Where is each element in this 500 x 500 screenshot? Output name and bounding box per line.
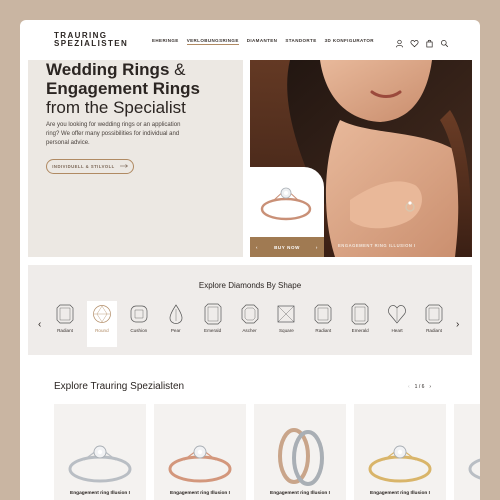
product-name: Engagement ring Illusion I xyxy=(170,491,230,496)
product-ring-image xyxy=(68,445,132,483)
square-diamond-icon xyxy=(278,305,295,323)
shape-label: Radiant xyxy=(315,328,332,333)
product-name: Engagement ring Illusion I xyxy=(370,491,430,496)
hero-description: Are you looking for wedding rings or an … xyxy=(46,122,181,146)
shapes-prev-arrow[interactable]: ‹ xyxy=(38,319,41,330)
explore-title: Explore Trauring Spezialisten xyxy=(54,381,185,392)
featured-ring-image xyxy=(260,187,312,221)
pager-prev-arrow[interactable]: ‹ xyxy=(408,384,410,390)
shape-label: Emerald xyxy=(204,328,222,333)
shape-label: Square xyxy=(278,328,294,333)
main-nav: EHERINGE VERLOBUNGSRINGE DIAMANTEN STAND… xyxy=(152,38,374,45)
product-name: Engagement ring Illusion I xyxy=(270,491,330,496)
nav-item-standorte[interactable]: STANDORTE xyxy=(285,38,316,45)
hero-title-line-2: Engagement Rings xyxy=(46,79,200,98)
hero-image-panel: ‹ BUY NOW › ENGAGEMENT RING ILLUSION I xyxy=(250,60,472,257)
shape-item-emerald[interactable]: Emerald xyxy=(345,301,375,347)
featured-ring-card[interactable] xyxy=(250,167,324,237)
shape-item-emerald[interactable]: Emerald xyxy=(198,301,228,347)
brand-line-2: SPEZIALISTEN xyxy=(54,39,129,48)
asscher-diamond-icon xyxy=(241,304,258,324)
product-card[interactable]: Engagement ring Illusion I xyxy=(54,404,146,500)
hero-title-line-1: Wedding Rings xyxy=(46,60,170,79)
header-icons xyxy=(395,35,449,48)
arrow-right-icon xyxy=(119,164,128,169)
shapes-next-arrow[interactable]: › xyxy=(456,319,459,330)
shapes-title: Explore Diamonds By Shape xyxy=(198,281,302,290)
pear-diamond-icon xyxy=(169,304,183,324)
product-card[interactable] xyxy=(454,404,480,500)
shape-item-round[interactable]: Round xyxy=(86,301,117,347)
product-card[interactable]: Engagement ring Illusion I xyxy=(354,404,446,500)
shape-label: Radiant xyxy=(57,328,73,333)
chevron-left-icon[interactable]: ‹ xyxy=(256,245,258,250)
nav-item-3d-konfigurator[interactable]: 3D KONFIGURATOR xyxy=(325,38,374,45)
nav-item-eheringe[interactable]: EHERINGE xyxy=(152,38,179,45)
nav-item-verlobungsringe[interactable]: VERLOBUNGSRINGE xyxy=(186,38,239,45)
shape-label: Ascher xyxy=(242,328,257,333)
product-ring-image xyxy=(168,445,232,483)
emerald-diamond-icon xyxy=(351,303,369,325)
hero-cta-label: INDIVIDUELL & STILVOLL xyxy=(52,164,115,169)
shape-label: Heart xyxy=(391,328,403,333)
explore-pager: ‹ 1 / 6 › xyxy=(408,384,431,390)
product-name: Engagement ring Illusion I xyxy=(70,491,130,496)
pager-count: 1 / 6 xyxy=(414,384,425,390)
brand-logo[interactable]: TRAURING SPEZIALISTEN xyxy=(54,32,128,48)
shape-item-square[interactable]: Square xyxy=(271,301,301,347)
shape-item-radiant[interactable]: Radiant xyxy=(50,301,80,347)
user-icon[interactable] xyxy=(395,35,404,48)
hero-title: Wedding Rings & Engagement Rings from th… xyxy=(46,60,226,117)
shape-label: Round xyxy=(95,328,109,333)
shape-item-radiant[interactable]: Radiant xyxy=(308,301,338,347)
shape-label: Emerald xyxy=(351,328,369,333)
shape-label: Cushion xyxy=(130,328,148,333)
buy-now-label: BUY NOW xyxy=(274,244,300,250)
cushion-diamond-icon xyxy=(130,305,148,323)
bag-icon[interactable] xyxy=(425,35,434,48)
diamond-shapes-section: Explore Diamonds By Shape ‹ › Radiant Rou… xyxy=(28,265,472,355)
shape-item-heart[interactable]: Heart xyxy=(382,301,412,347)
shape-item-radiant[interactable]: Radiant xyxy=(419,301,449,347)
shape-item-cushion[interactable]: Cushion xyxy=(124,301,154,347)
product-ring-image xyxy=(368,445,432,483)
page-frame: TRAURING SPEZIALISTEN EHERINGE VERLOBUNG… xyxy=(20,20,480,500)
hero-ring-label: ENGAGEMENT RING ILLUSION I xyxy=(338,243,416,248)
shape-item-asscher[interactable]: Ascher xyxy=(235,301,265,347)
emerald-diamond-icon xyxy=(204,303,221,325)
radiant-diamond-icon xyxy=(425,304,443,324)
hero-title-line-3: from the Specialist xyxy=(46,98,186,117)
pager-next-arrow[interactable]: › xyxy=(429,384,431,390)
shape-label: Radiant xyxy=(426,328,442,333)
product-ring-image xyxy=(278,428,324,486)
round-diamond-icon xyxy=(93,305,111,323)
shape-item-pear[interactable]: Pear xyxy=(161,301,191,347)
site-header: TRAURING SPEZIALISTEN EHERINGE VERLOBUNG… xyxy=(20,20,480,60)
product-card[interactable]: Engagement ring Illusion I xyxy=(154,404,246,500)
hero-title-amp: & xyxy=(169,60,186,79)
radiant-diamond-icon xyxy=(56,304,74,324)
buy-now-bar[interactable]: ‹ BUY NOW › xyxy=(250,237,324,257)
radiant-diamond-icon xyxy=(314,304,332,324)
heart-icon[interactable] xyxy=(410,35,419,48)
nav-item-diamanten[interactable]: DIAMANTEN xyxy=(247,38,278,45)
heart-diamond-icon xyxy=(388,305,406,324)
search-icon[interactable] xyxy=(440,35,449,48)
hero-cta-button[interactable]: INDIVIDUELL & STILVOLL xyxy=(46,159,134,174)
product-ring-image xyxy=(468,458,480,480)
shape-label: Pear xyxy=(170,328,181,333)
chevron-right-icon[interactable]: › xyxy=(316,245,318,250)
product-card[interactable]: Engagement ring Illusion I xyxy=(254,404,346,500)
